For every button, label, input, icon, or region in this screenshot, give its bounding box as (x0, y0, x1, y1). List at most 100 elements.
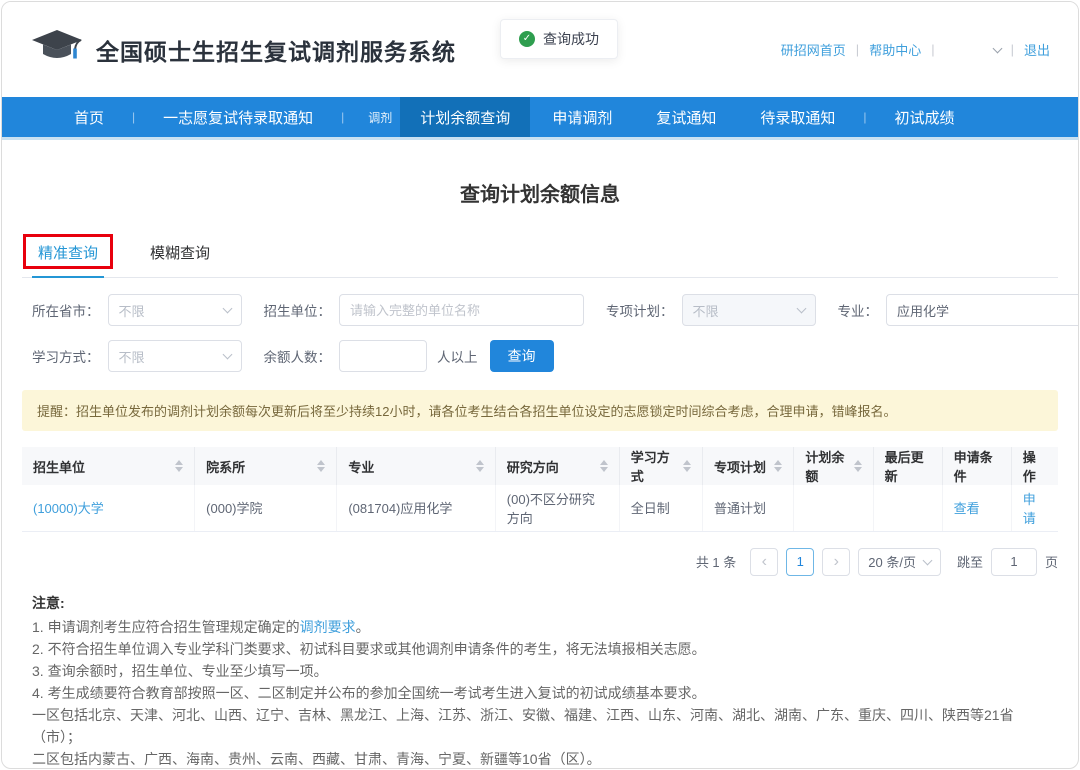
special-plan-select[interactable]: 不限 (682, 294, 816, 326)
prev-page-button[interactable]: ‹ (750, 548, 778, 576)
jump-page-input[interactable] (991, 548, 1037, 576)
column-header-4[interactable]: 学习方式 (619, 447, 702, 485)
column-header-6[interactable]: 计划余额 (794, 447, 873, 485)
sort-icon[interactable] (175, 460, 183, 472)
column-header-label: 最后更新 (885, 447, 931, 485)
study-mode-select[interactable]: 不限 (108, 340, 242, 372)
table-body: (10000)大学 (000)学院 (081704)应用化学 (00)不区分研究方向 全… (22, 485, 1058, 531)
province-label: 所在省市： (32, 300, 100, 320)
table-cell (873, 485, 942, 531)
column-header-5[interactable]: 专项计划 (702, 447, 793, 485)
sort-icon[interactable] (683, 460, 691, 472)
cell-text: (000)学院 (206, 501, 262, 516)
table-cell: 申请 (1011, 485, 1058, 531)
table-cell: (10000)大学 (22, 485, 195, 531)
table-row: (10000)大学 (000)学院 (081704)应用化学 (00)不区分研究方向 全… (22, 485, 1058, 531)
sort-icon[interactable] (600, 460, 608, 472)
apply-link[interactable]: 申请 (1023, 492, 1036, 526)
portal-home-link[interactable]: 研招网首页 (781, 40, 846, 59)
note-line-4: 4. 考生成绩要符合教育部按照一区、二区制定并公布的参加全国统一考试考生进入复试… (32, 682, 1048, 704)
notes-lines: 1. 申请调剂考生应符合招生管理规定确定的调剂要求。2. 不符合招生单位调入专业… (32, 616, 1048, 770)
cell-text: (00)不区分研究方向 (507, 492, 595, 526)
nav-item-plan-balance-query[interactable]: 计划余额查询 (400, 97, 530, 137)
nav-item-retest-notice[interactable]: 复试通知 (634, 97, 738, 137)
pagination: 共 1 条 ‹ 1 › 20 条/页 跳至 页 (22, 548, 1058, 576)
unit-input[interactable] (339, 294, 584, 326)
balance-count-input[interactable] (339, 340, 427, 372)
sort-icon[interactable] (317, 460, 325, 472)
note-line-3: 3. 查询余额时，招生单位、专业至少填写一项。 (32, 660, 1048, 682)
cell-text: (081704)应用化学 (348, 501, 452, 516)
logout-link[interactable]: 退出 (1024, 40, 1050, 59)
unit-field: 招生单位： (264, 294, 585, 326)
province-select-value: 不限 (119, 301, 145, 320)
divider: | (1011, 42, 1014, 57)
table-header-row: 招生单位 院系所专业研究方向 学习方式专项计划计划余额最后更新申请条件操作 (22, 447, 1058, 485)
page-title: 查询计划余额信息 (22, 178, 1058, 207)
nav-bottom-strip (2, 137, 1078, 140)
column-header-label: 操作 (1023, 447, 1047, 485)
table-cell: 查看 (942, 485, 1011, 531)
balance-count-label: 余额人数： (264, 346, 332, 366)
sort-icon[interactable] (476, 460, 484, 472)
jump-label: 跳至 (957, 552, 983, 571)
table-cell (794, 485, 873, 531)
column-header-3[interactable]: 研究方向 (495, 447, 619, 485)
column-header-0[interactable]: 招生单位 (22, 447, 195, 485)
tab-precise-query[interactable]: 精准查询 (32, 233, 104, 278)
column-header-1[interactable]: 院系所 (195, 447, 337, 485)
note-line-2: 2. 不符合招生单位调入专业学科门类要求、初试科目要求或其他调剂申请条件的考生，… (32, 638, 1048, 660)
cell-text: 普通计划 (714, 501, 766, 516)
cell-text: 全日制 (631, 501, 670, 516)
column-header-label: 学习方式 (631, 447, 677, 485)
view-link[interactable]: 查看 (954, 501, 980, 516)
main-nav: 首页 | 一志愿复试待录取通知 | 调剂 计划余额查询 申请调剂 复试通知 待录… (2, 97, 1078, 137)
sort-icon[interactable] (854, 460, 862, 472)
study-mode-field: 学习方式： 不限 (32, 340, 242, 372)
note-text: 2. 不符合招生单位调入专业学科门类要求、初试科目要求或其他调剂申请条件的考生，… (32, 641, 706, 657)
column-header-8: 申请条件 (942, 447, 1011, 485)
nav-item-apply-adjustment[interactable]: 申请调剂 (530, 97, 634, 137)
table-cell: (000)学院 (195, 485, 337, 531)
brand: 全国硕士生招生复试调剂服务系统 (30, 27, 456, 72)
note-text: 二区包括内蒙古、广西、海南、贵州、云南、西藏、甘肃、青海、宁夏、新疆等10省（区… (32, 751, 601, 767)
table-cell: (00)不区分研究方向 (495, 485, 619, 531)
page-size-select[interactable]: 20 条/页 (858, 548, 941, 576)
study-mode-select-value: 不限 (119, 347, 145, 366)
query-tabs: 精准查询 模糊查询 (22, 233, 1058, 278)
page-number-1[interactable]: 1 (786, 548, 814, 576)
major-label: 专业： (838, 300, 879, 320)
nav-item-home[interactable]: 首页 (52, 97, 126, 137)
chevron-down-icon (796, 304, 806, 314)
column-header-2[interactable]: 专业 (337, 447, 495, 485)
column-header-label: 申请条件 (954, 447, 1000, 485)
unit-link[interactable]: (10000)大学 (33, 501, 104, 516)
column-header-label: 招生单位 (33, 457, 85, 476)
note-text: 一区包括北京、天津、河北、山西、辽宁、吉林、黑龙江、上海、江苏、浙江、安徽、福建… (32, 707, 1014, 745)
major-input[interactable] (886, 294, 1079, 326)
chevron-down-icon (923, 555, 933, 565)
user-menu[interactable] (945, 48, 1001, 52)
chevron-down-icon (222, 304, 232, 314)
search-button[interactable]: 查询 (490, 340, 554, 372)
note-text: 。 (356, 619, 370, 635)
help-center-link[interactable]: 帮助中心 (869, 40, 921, 59)
nav-item-first-choice-notice[interactable]: 一志愿复试待录取通知 (141, 97, 335, 137)
nav-item-admission-notice[interactable]: 待录取通知 (738, 97, 857, 137)
unit-label: 招生单位： (264, 300, 332, 320)
notes-title: 注意: (32, 592, 1048, 614)
column-header-label: 研究方向 (507, 457, 559, 476)
adjustment-requirements-link[interactable]: 调剂要求 (300, 619, 356, 635)
special-plan-field: 专项计划： 不限 (606, 294, 816, 326)
column-header-7: 最后更新 (873, 447, 942, 485)
sort-icon[interactable] (774, 460, 782, 472)
province-select[interactable]: 不限 (108, 294, 242, 326)
notes-section: 注意: 1. 申请调剂考生应符合招生管理规定确定的调剂要求。2. 不符合招生单位… (22, 592, 1058, 770)
study-mode-label: 学习方式： (32, 346, 100, 366)
next-page-button[interactable]: › (822, 548, 850, 576)
tab-fuzzy-query[interactable]: 模糊查询 (144, 233, 216, 277)
nav-divider: | (335, 97, 350, 137)
special-plan-label: 专项计划： (606, 300, 674, 320)
nav-item-initial-score[interactable]: 初试成绩 (872, 97, 976, 137)
divider: | (856, 42, 859, 57)
